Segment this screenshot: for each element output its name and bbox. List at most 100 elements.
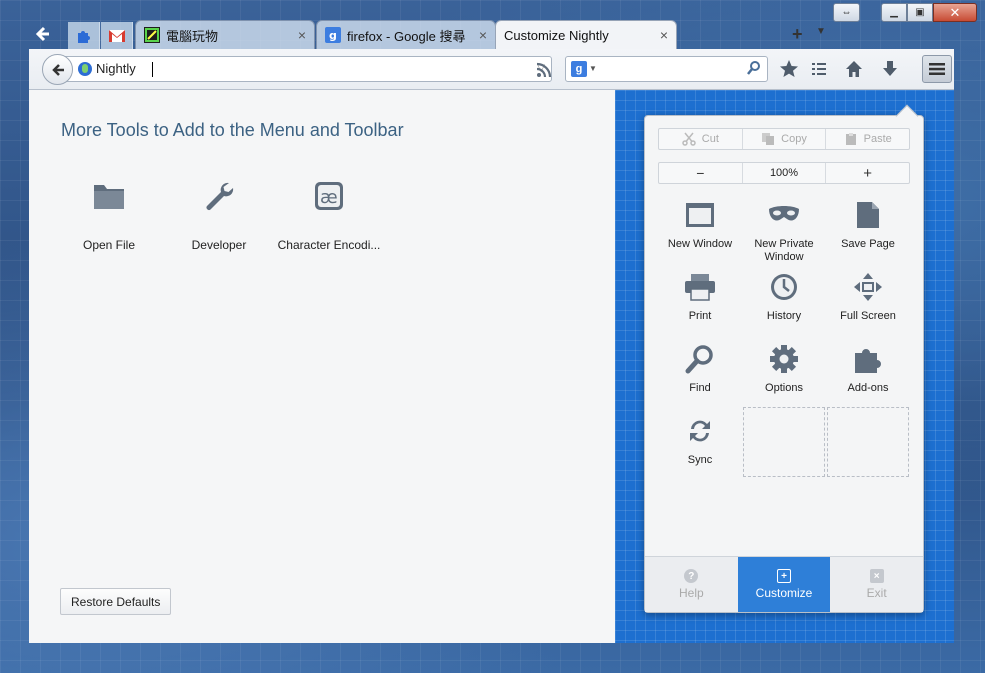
google-icon: g xyxy=(325,27,341,43)
palette-item-label: Developer xyxy=(191,238,247,252)
panel-item-sync[interactable]: Sync xyxy=(658,415,742,467)
folder-icon xyxy=(51,176,167,216)
palette-item-character-encoding[interactable]: æ Character Encodi... xyxy=(271,176,387,252)
pinned-tab-puzzle[interactable] xyxy=(68,22,100,49)
identity-label: Nightly xyxy=(96,61,136,76)
help-icon: ? xyxy=(684,569,699,583)
search-engine-dropdown-icon[interactable]: ▼ xyxy=(589,64,597,73)
tab-back-arrow-icon[interactable] xyxy=(30,22,54,46)
new-tab-button[interactable]: + xyxy=(792,24,803,45)
panel-item-label: New Private Window xyxy=(754,238,814,263)
copy-label: Copy xyxy=(781,133,807,145)
tab-close-icon[interactable]: × xyxy=(660,27,668,43)
copy-button[interactable]: Copy xyxy=(743,129,827,149)
home-icon[interactable] xyxy=(843,58,865,80)
url-text-caret xyxy=(152,62,153,77)
palette-item-open-file[interactable]: Open File xyxy=(51,176,167,252)
tab-customize-nightly[interactable]: Customize Nightly × xyxy=(495,20,677,49)
panel-item-label: Add-ons xyxy=(847,382,889,394)
pinned-tab-gmail[interactable] xyxy=(101,22,133,49)
exit-button[interactable]: × Exit xyxy=(830,557,923,612)
open-menu-button[interactable] xyxy=(922,55,952,83)
downloads-icon[interactable] xyxy=(879,58,901,80)
paste-button[interactable]: Paste xyxy=(826,129,909,149)
panel-item-label: Save Page xyxy=(841,238,895,250)
panel-item-new-window[interactable]: New Window xyxy=(658,199,742,251)
panel-item-label: History xyxy=(766,310,802,322)
restore-defaults-button[interactable]: Restore Defaults xyxy=(60,588,172,615)
maximize-icon: ▣ xyxy=(915,7,925,18)
tab-label: Customize Nightly xyxy=(504,27,609,43)
panel-item-save-page[interactable]: Save Page xyxy=(826,199,910,251)
customize-button[interactable]: + Customize xyxy=(737,557,831,612)
palette-item-label: Character Encodi... xyxy=(277,238,381,252)
search-bar[interactable]: g ▼ xyxy=(565,56,768,82)
rss-feed-icon[interactable] xyxy=(535,61,553,79)
bookmarks-menu-icon[interactable] xyxy=(808,58,830,80)
panel-item-label: Options xyxy=(765,382,803,394)
palette-item-developer[interactable]: Developer xyxy=(161,176,277,252)
panel-item-find[interactable]: Find xyxy=(658,343,742,395)
tab-label: firefox - Google 搜尋 xyxy=(347,28,466,44)
search-magnifier-icon[interactable] xyxy=(746,60,762,79)
panel-item-label: Full Screen xyxy=(840,310,896,322)
save-page-icon xyxy=(826,199,910,231)
tab-close-icon[interactable]: × xyxy=(479,27,487,43)
puzzle-icon xyxy=(77,30,90,43)
customize-label: Customize xyxy=(755,586,813,600)
character-encoding-icon: æ xyxy=(271,176,387,216)
panel-item-new-private-window[interactable]: New Private Window xyxy=(742,199,826,264)
panel-item-add-ons[interactable]: Add-ons xyxy=(826,343,910,395)
gmail-icon xyxy=(108,29,125,42)
search-engine-google-icon[interactable]: g xyxy=(571,61,587,77)
private-mask-icon xyxy=(742,199,826,231)
customization-palette: More Tools to Add to the Menu and Toolba… xyxy=(29,90,615,643)
zoom-controls: − 100% + xyxy=(658,162,910,184)
palette-item-label: Open File xyxy=(82,238,136,252)
panel-item-label: Find xyxy=(689,382,711,394)
url-bar[interactable]: Nightly ▽ xyxy=(42,54,552,85)
paste-icon xyxy=(845,133,856,145)
customize-content: More Tools to Add to the Menu and Toolba… xyxy=(29,90,954,643)
palette-title: More Tools to Add to the Menu and Toolba… xyxy=(61,120,404,140)
help-button[interactable]: ? Help xyxy=(645,557,738,612)
zoom-reset-button[interactable]: 100% xyxy=(743,163,827,183)
sync-icon xyxy=(658,415,742,447)
panel-item-print[interactable]: Print xyxy=(658,271,742,323)
magnifier-icon xyxy=(658,343,742,375)
panel-arrow xyxy=(895,104,919,128)
zoom-in-button[interactable]: + xyxy=(826,163,909,183)
site-identity[interactable]: Nightly xyxy=(78,61,136,76)
back-arrow-icon xyxy=(51,63,64,76)
browser-window: ⇔ ▁ ▣ ✕ 電腦玩物 × g firefox - Google 搜尋 × C… xyxy=(0,0,985,673)
all-tabs-dropdown[interactable]: ▼ xyxy=(816,26,826,37)
tab-computer-toys[interactable]: 電腦玩物 × xyxy=(135,20,315,49)
navigation-toolbar: Nightly ▽ g ▼ xyxy=(29,49,954,90)
tab-google-search[interactable]: g firefox - Google 搜尋 × xyxy=(316,20,496,49)
computer-toys-icon xyxy=(144,27,160,43)
tab-close-icon[interactable]: × xyxy=(298,27,306,43)
printer-icon xyxy=(658,271,742,303)
exit-icon: × xyxy=(869,569,884,583)
fullscreen-icon xyxy=(826,271,910,303)
tab-label: 電腦玩物 xyxy=(166,28,219,44)
exit-label: Exit xyxy=(866,586,887,600)
panel-item-history[interactable]: History xyxy=(742,271,826,323)
zoom-out-button[interactable]: − xyxy=(659,163,743,183)
hamburger-menu-icon xyxy=(929,63,945,75)
panel-footer: ? Help + Customize × Exit xyxy=(645,556,923,612)
menu-panel: Cut Copy Paste − 100% + New Window New P… xyxy=(644,104,924,613)
panel-item-options[interactable]: Options xyxy=(742,343,826,395)
paste-label: Paste xyxy=(863,133,892,145)
copy-icon xyxy=(762,133,775,145)
new-window-icon xyxy=(658,199,742,231)
minimize-icon: ▁ xyxy=(890,7,898,18)
wrench-icon xyxy=(161,176,277,216)
cut-button[interactable]: Cut xyxy=(659,129,743,149)
restore-icon: ⇔ xyxy=(841,7,852,18)
back-button[interactable] xyxy=(42,54,73,85)
empty-panel-slot xyxy=(743,407,825,477)
panel-item-label: Sync xyxy=(687,454,713,466)
bookmark-star-icon[interactable] xyxy=(778,58,800,80)
panel-item-full-screen[interactable]: Full Screen xyxy=(826,271,910,323)
